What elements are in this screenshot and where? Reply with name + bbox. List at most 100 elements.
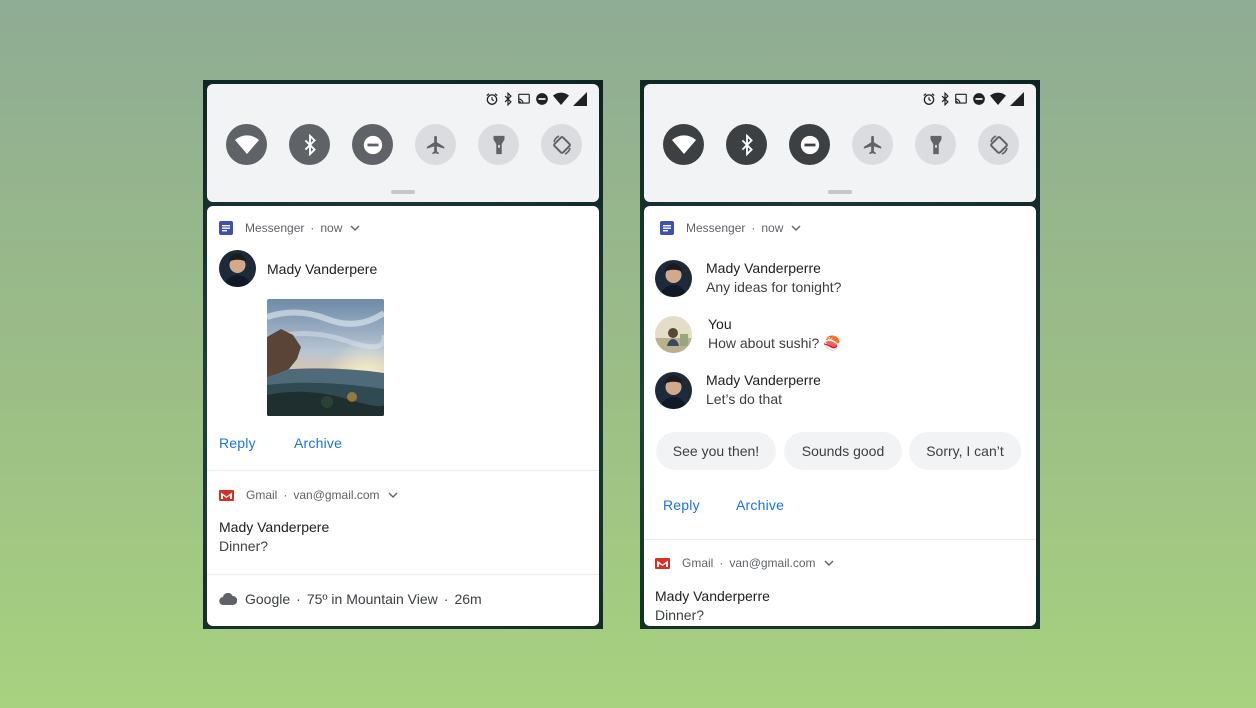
sender-name: Mady Vanderpere xyxy=(219,519,330,535)
quick-tiles xyxy=(226,124,582,165)
signal-icon xyxy=(573,92,587,106)
tile-flashlight[interactable] xyxy=(478,124,519,165)
app-name: Gmail xyxy=(682,556,714,570)
divider xyxy=(644,539,1036,540)
airplane-icon xyxy=(426,135,444,154)
message-item: Mady Vanderperre Any ideas for tonight? xyxy=(706,260,841,295)
message-item: You How about sushi? 🍣 xyxy=(708,316,841,352)
tile-airplane[interactable] xyxy=(852,124,893,165)
tile-bluetooth[interactable] xyxy=(726,124,767,165)
cloud-icon xyxy=(219,593,237,605)
separator: · xyxy=(283,488,288,502)
notification-list: Messenger · now Mady Vanderpere Reply Ar… xyxy=(207,206,599,626)
app-name: Gmail xyxy=(246,488,278,502)
app-name: Messenger xyxy=(245,221,305,235)
email-subject: Dinner? xyxy=(655,607,705,623)
tile-wifi[interactable] xyxy=(226,124,267,165)
flashlight-icon xyxy=(493,135,504,154)
gmail-notification-header[interactable]: Gmail · van@gmail.com xyxy=(655,553,834,573)
notification-age: 26m xyxy=(454,591,482,607)
sender-name: You xyxy=(708,316,732,332)
auto-rotate-icon xyxy=(989,134,1008,155)
account-email: van@gmail.com xyxy=(293,488,380,502)
alarm-icon xyxy=(923,93,935,105)
wifi-icon xyxy=(234,134,259,154)
tile-dnd[interactable] xyxy=(789,124,830,165)
email-subject: Dinner? xyxy=(219,538,269,554)
panel-drag-handle[interactable] xyxy=(828,190,852,194)
quick-settings-panel xyxy=(207,84,599,202)
signal-icon xyxy=(1010,92,1024,106)
gmail-notification-header[interactable]: Gmail · van@gmail.com xyxy=(219,485,398,505)
app-name: Messenger xyxy=(686,221,746,235)
bluetooth-icon xyxy=(741,133,753,156)
sender-name: Mady Vanderpere xyxy=(267,261,378,277)
tile-auto-rotate[interactable] xyxy=(978,124,1019,165)
alarm-icon xyxy=(486,93,498,105)
app-name: Google xyxy=(245,591,291,607)
sender-name: Mady Vanderperre xyxy=(706,372,821,388)
chevron-down-icon[interactable] xyxy=(824,560,834,566)
gmail-notification-body[interactable]: Mady Vanderperre Dinner? xyxy=(655,588,770,623)
avatar xyxy=(219,250,256,287)
bluetooth-icon xyxy=(941,92,949,106)
cast-icon xyxy=(518,93,530,104)
notification-time: now xyxy=(320,221,343,235)
smart-reply-chip[interactable]: Sounds good xyxy=(784,432,902,470)
quick-settings-panel xyxy=(644,84,1036,202)
bluetooth-icon xyxy=(304,133,316,156)
gmail-app-icon xyxy=(219,489,234,501)
dnd-icon xyxy=(363,135,382,154)
avatar xyxy=(655,316,692,353)
reply-button[interactable]: Reply xyxy=(663,497,700,513)
messenger-app-icon xyxy=(660,221,674,235)
dnd-icon xyxy=(973,93,985,105)
smart-reply-chip[interactable]: See you then! xyxy=(656,432,776,470)
flashlight-icon xyxy=(930,135,941,154)
wifi-icon xyxy=(671,134,696,154)
message-text: Any ideas for tonight? xyxy=(706,279,842,295)
wifi-icon xyxy=(990,92,1006,105)
reply-button[interactable]: Reply xyxy=(219,435,256,451)
chevron-down-icon[interactable] xyxy=(791,225,801,231)
tile-flashlight[interactable] xyxy=(915,124,956,165)
tile-auto-rotate[interactable] xyxy=(541,124,582,165)
google-weather-notification[interactable]: Google · 75º in Mountain View · 26m xyxy=(219,591,482,607)
gmail-notification-body[interactable]: Mady Vanderpere Dinner? xyxy=(219,519,329,554)
dnd-icon xyxy=(536,93,548,105)
separator: · xyxy=(443,591,449,607)
divider xyxy=(207,470,599,471)
chevron-down-icon[interactable] xyxy=(350,225,360,231)
phone-left: Messenger · now Mady Vanderpere Reply Ar… xyxy=(203,80,603,629)
bluetooth-icon xyxy=(504,92,512,106)
message-text: Let’s do that xyxy=(706,391,783,407)
messenger-notification-header[interactable]: Messenger · now xyxy=(219,218,360,238)
sender-name: Mady Vanderperre xyxy=(706,260,821,276)
message-text: How about sushi? 🍣 xyxy=(708,335,841,351)
archive-button[interactable]: Archive xyxy=(736,497,784,513)
smart-reply-chip[interactable]: Sorry, I can’t xyxy=(909,432,1021,470)
chevron-down-icon[interactable] xyxy=(388,492,398,498)
account-email: van@gmail.com xyxy=(729,556,816,570)
tile-dnd[interactable] xyxy=(352,124,393,165)
divider xyxy=(207,574,599,575)
weather-text: 75º in Mountain View xyxy=(306,591,438,607)
message-item: Mady Vanderperre Let’s do that xyxy=(706,372,821,407)
attached-photo[interactable] xyxy=(267,299,384,416)
panel-drag-handle[interactable] xyxy=(391,190,415,194)
messenger-notification-header[interactable]: Messenger · now xyxy=(660,218,801,238)
separator: · xyxy=(310,221,315,235)
auto-rotate-icon xyxy=(552,134,571,155)
status-bar xyxy=(485,92,587,106)
separator: · xyxy=(296,591,301,607)
airplane-icon xyxy=(863,135,881,154)
tile-airplane[interactable] xyxy=(415,124,456,165)
archive-button[interactable]: Archive xyxy=(294,435,342,451)
notification-time: now xyxy=(761,221,784,235)
avatar xyxy=(655,260,692,297)
quick-tiles xyxy=(663,124,1019,165)
wifi-icon xyxy=(553,92,569,105)
status-bar xyxy=(922,92,1024,106)
tile-wifi[interactable] xyxy=(663,124,704,165)
tile-bluetooth[interactable] xyxy=(289,124,330,165)
